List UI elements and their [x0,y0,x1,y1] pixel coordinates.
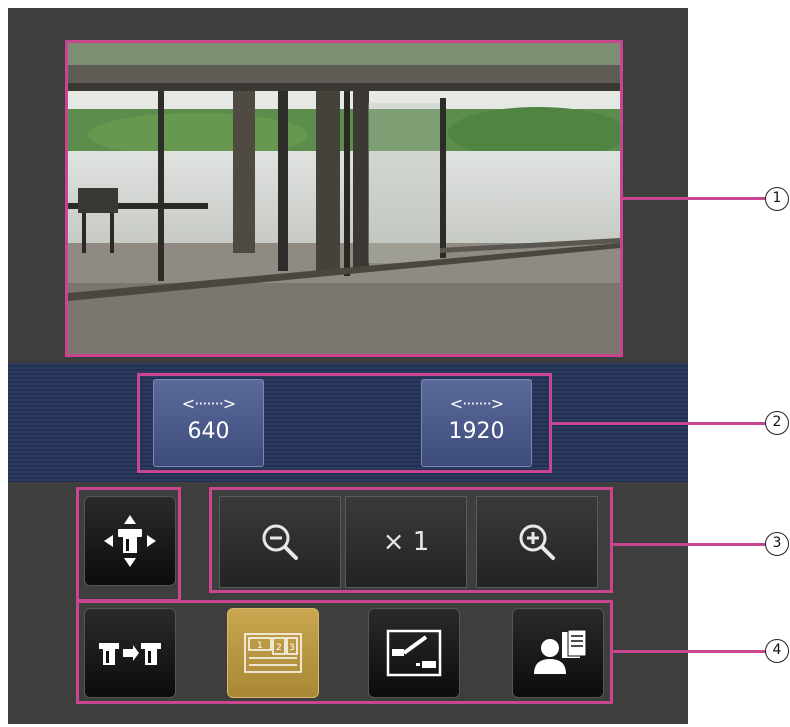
camera-settings-icon [386,629,442,677]
zoom-in-button[interactable] [476,496,598,588]
user-list-button[interactable] [512,608,604,698]
resolution-1920-button[interactable]: <·······> 1920 [421,379,532,467]
multi-screen-digit-1: 1 [257,641,263,651]
callout-2-leader [552,422,766,425]
zoom-out-icon [262,524,298,560]
callout-1-leader [623,197,766,200]
resolution-640-label: 640 [187,419,230,444]
callout-3-leader [613,543,766,546]
callout-4: 4 [765,639,789,663]
zoom-out-button[interactable] [219,496,341,588]
resolution-1920-label: 1920 [448,419,505,444]
callout-4-leader [613,650,766,653]
resize-arrow-icon: <·······> [181,394,236,413]
zoom-in-icon [519,524,555,560]
multi-screen-digit-3: 3 [289,643,295,653]
multi-screen-digit-2: 2 [276,643,282,653]
camera-switch-icon [99,643,161,665]
resolution-640-button[interactable]: <·······> 640 [153,379,264,467]
camera-switch-button[interactable] [84,608,176,698]
zoom-level-label: × 1 [382,527,430,557]
multi-screen-icon: 1 2 3 [244,633,302,673]
callout-3: 3 [765,532,789,556]
zoom-level-button[interactable]: × 1 [345,496,467,588]
camera-image[interactable] [65,40,623,357]
user-list-icon [534,629,587,674]
pan-tilt-button[interactable] [84,496,176,586]
resize-arrow-icon: <·······> [449,394,504,413]
callout-2: 2 [765,411,789,435]
callout-1: 1 [765,187,789,211]
multi-screen-button[interactable]: 1 2 3 [227,608,319,698]
camera-settings-button[interactable] [368,608,460,698]
camera-scene [68,43,620,354]
pan-tilt-control-icon [104,515,156,567]
